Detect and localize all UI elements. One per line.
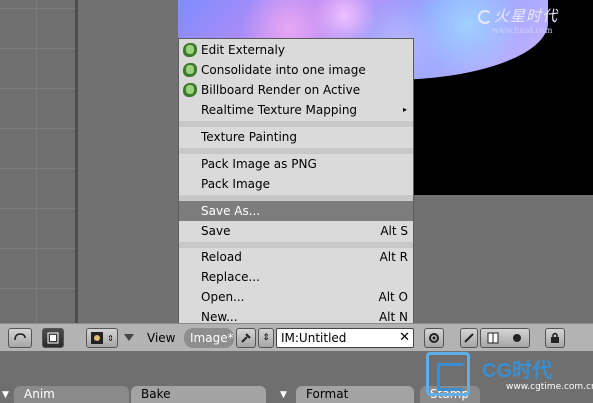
menu-item-label: Save As... — [201, 204, 261, 218]
image-context-menu: Edit Externaly Consolidate into one imag… — [178, 38, 414, 326]
tab-label: Format — [306, 387, 349, 401]
lock-button[interactable] — [545, 328, 565, 348]
tab-bake[interactable]: Bake — [131, 386, 266, 403]
cg-brand: CG时代 — [482, 360, 552, 382]
watermark-logo: 火星时代 — [478, 5, 588, 26]
tab-anim[interactable]: Anim — [14, 386, 129, 403]
menu-item-reload[interactable]: Reload Alt R — [179, 247, 413, 267]
menu-shortcut: Alt R — [379, 250, 408, 264]
menu-item-edit-externaly[interactable]: Edit Externaly — [179, 40, 413, 60]
image-browse-arrows[interactable]: ⇕ — [258, 328, 274, 348]
image-name-value: IM:Untitled — [281, 331, 347, 345]
python-script-icon — [183, 63, 197, 77]
menu-item-label: Billboard Render on Active — [201, 83, 361, 97]
menu-shortcut: Alt O — [378, 290, 408, 304]
menu-item-save-as[interactable]: Save As... — [179, 201, 413, 221]
python-script-icon — [183, 43, 197, 57]
panel-collapse-icon[interactable]: ▼ — [280, 390, 287, 400]
menu-item-label: Consolidate into one image — [201, 63, 366, 77]
lock-icon — [551, 332, 559, 343]
menu-item-billboard-render[interactable]: Billboard Render on Active — [179, 80, 413, 100]
menu-item-label: Replace... — [201, 270, 260, 284]
cg-url: www.cgtime.com.cn — [506, 382, 593, 392]
menu-item-label: Texture Painting — [201, 130, 297, 144]
menu-item-label: New... — [201, 310, 238, 324]
watermark-logo-text: 火星时代 — [494, 7, 559, 25]
image-editor-header: ⇕ View Image* ⇕ IM:Untitled ✕ — [0, 323, 593, 351]
texture-view-toggle[interactable] — [481, 329, 505, 347]
watermark-url: www.hxsd.com — [492, 26, 553, 35]
menu-item-realtime-texture-mapping[interactable]: Realtime Texture Mapping ▸ — [179, 100, 413, 120]
tab-format[interactable]: Format — [296, 386, 414, 403]
link-icon — [14, 333, 26, 341]
pin-icon — [241, 333, 251, 343]
record-toggle[interactable] — [505, 329, 529, 347]
draw-mode-group — [480, 328, 530, 348]
panel-collapse-icon[interactable]: ▼ — [2, 390, 9, 400]
paint-toggle-button[interactable] — [460, 328, 478, 348]
gear-icon — [429, 333, 439, 343]
selector-arrows-icon: ⇕ — [107, 333, 114, 343]
clear-image-icon[interactable]: ✕ — [399, 329, 410, 347]
split-view-icon — [487, 332, 499, 344]
browse-image-button[interactable] — [236, 328, 256, 348]
menu-item-label: Reload — [201, 250, 242, 264]
brush-icon — [464, 333, 474, 343]
watermark-top: 火星时代 www.hxsd.com — [478, 5, 588, 45]
editor-type-selector[interactable]: ⇕ — [86, 328, 118, 348]
menu-item-save[interactable]: Save Alt S — [179, 221, 413, 241]
menu-item-open[interactable]: Open... Alt O — [179, 287, 413, 307]
view-menu[interactable]: View — [147, 331, 175, 345]
image-menu[interactable]: Image* — [184, 328, 234, 348]
pack-image-button[interactable] — [424, 328, 444, 348]
python-script-icon — [183, 83, 197, 97]
menu-item-label: Realtime Texture Mapping — [201, 103, 358, 117]
menu-shortcut: Alt S — [380, 224, 408, 238]
menu-item-label: Pack Image — [201, 177, 270, 191]
image-editor-icon — [91, 332, 104, 344]
swirl-logo-icon — [478, 10, 492, 24]
menu-item-replace[interactable]: Replace... — [179, 267, 413, 287]
cg-watermark: CG时代 www.cgtime.com.cn — [426, 348, 593, 403]
menu-item-label: Pack Image as PNG — [201, 157, 317, 171]
menu-item-texture-painting[interactable]: Texture Painting — [179, 127, 413, 147]
dot-icon — [513, 334, 521, 342]
menu-item-consolidate[interactable]: Consolidate into one image — [179, 60, 413, 80]
render-window-button[interactable] — [42, 328, 64, 348]
tab-label: Anim — [24, 387, 55, 401]
render-icon — [47, 332, 59, 344]
menu-item-pack-image[interactable]: Pack Image — [179, 174, 413, 194]
link-toggle-button[interactable] — [8, 328, 32, 348]
cg-logo-icon — [426, 352, 470, 396]
menu-item-label: Edit Externaly — [201, 43, 285, 57]
image-name-field[interactable]: IM:Untitled ✕ — [276, 328, 414, 348]
submenu-arrow-icon: ▸ — [402, 105, 407, 114]
updown-arrows-icon: ⇕ — [262, 333, 270, 343]
menu-item-pack-image-png[interactable]: Pack Image as PNG — [179, 154, 413, 174]
menu-item-label: Open... — [201, 290, 245, 304]
collapse-triangle-icon[interactable] — [124, 334, 134, 342]
tab-label: Bake — [141, 387, 171, 401]
menu-item-label: Save — [201, 224, 231, 238]
3d-viewport-grid[interactable] — [0, 0, 78, 323]
